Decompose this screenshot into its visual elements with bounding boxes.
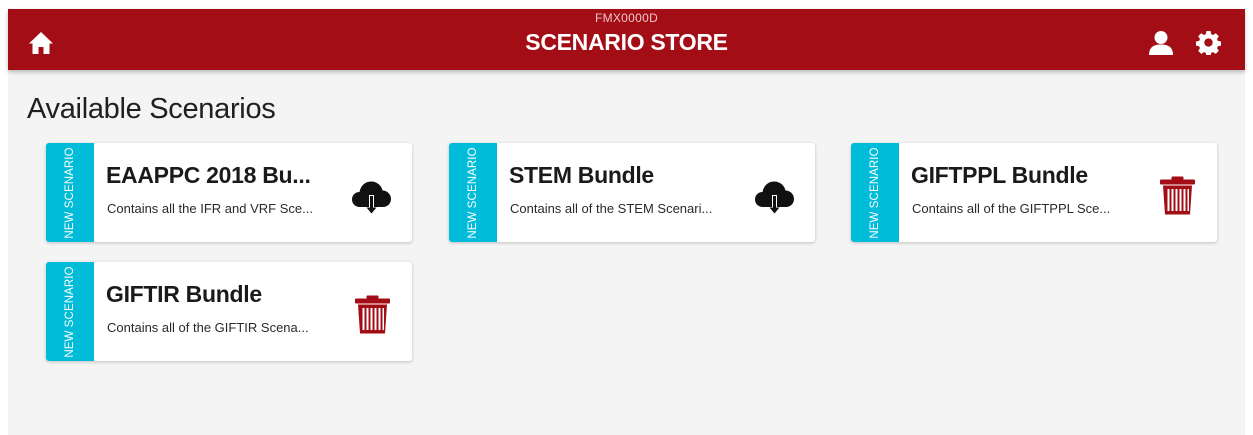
tag-label: NEW SCENARIO [64,147,76,239]
user-button[interactable] [1148,30,1174,56]
card-description: Contains all of the GIFTPPL Sce... [912,201,1111,216]
delete-button[interactable] [354,295,391,334]
scenario-card[interactable]: NEW SCENARIO STEM Bundle Contains all of… [449,143,815,242]
settings-button[interactable] [1196,30,1221,55]
download-button[interactable] [754,177,795,217]
card-title: STEM Bundle [509,162,654,188]
tag-label: NEW SCENARIO [64,266,76,358]
app-window: FMX0000D SCENARIO STORE Available Scenar… [8,9,1245,435]
new-scenario-tag: NEW SCENARIO [851,143,899,242]
cloud-download-icon [352,181,391,215]
card-description: Contains all of the GIFTIR Scena... [107,320,309,335]
card-title: EAAPPC 2018 Bu... [106,162,311,188]
user-icon [1149,31,1173,55]
new-scenario-tag: NEW SCENARIO [46,262,94,361]
new-scenario-tag: NEW SCENARIO [449,143,497,242]
scenario-card[interactable]: NEW SCENARIO GIFTPPL Bundle Contains all… [851,143,1217,242]
tag-label: NEW SCENARIO [869,147,881,239]
device-id: FMX0000D [594,11,659,25]
delete-button[interactable] [1159,176,1196,215]
cloud-download-icon [755,181,794,215]
tag-label: NEW SCENARIO [467,147,479,239]
new-scenario-tag: NEW SCENARIO [46,143,94,242]
download-button[interactable] [351,177,392,217]
app-title: SCENARIO STORE [525,29,728,55]
card-title: GIFTIR Bundle [106,281,262,307]
card-title: GIFTPPL Bundle [911,162,1088,188]
card-description: Contains all the IFR and VRF Sce... [107,201,313,216]
card-description: Contains all of the STEM Scenari... [510,201,713,216]
trash-icon [355,295,390,334]
gear-icon [1196,31,1221,55]
scenario-card[interactable]: NEW SCENARIO GIFTIR Bundle Contains all … [46,262,412,361]
trash-icon [1160,176,1195,215]
top-app-bar: FMX0000D SCENARIO STORE [8,9,1245,70]
page-title: Available Scenarios [27,93,276,125]
scenario-card[interactable]: NEW SCENARIO EAAPPC 2018 Bu... Contains … [46,143,412,242]
